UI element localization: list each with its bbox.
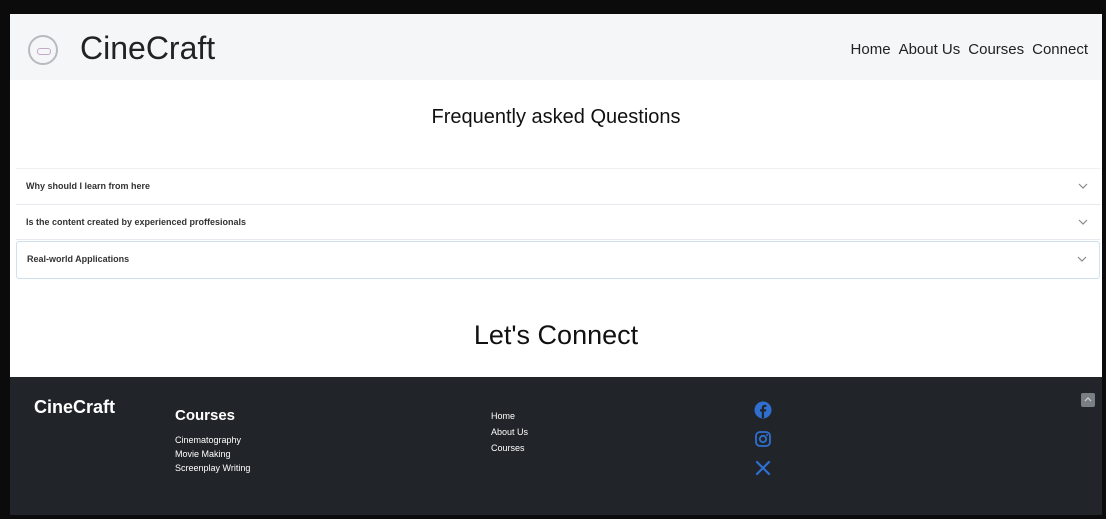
faq-question: Why should I learn from here (26, 181, 151, 191)
chevron-down-icon (1078, 183, 1088, 189)
brand-title[interactable]: CineCraft (80, 30, 215, 67)
faq-question: Is the content created by experienced pr… (26, 217, 247, 227)
page-frame: CineCraft Home About Us Courses Connect … (10, 14, 1102, 515)
instagram-icon[interactable] (754, 430, 772, 448)
footer-courses: Courses Cinematography Movie Making Scre… (175, 407, 250, 475)
footer-link-home[interactable]: Home (491, 408, 528, 424)
faq-question: Real-world Applications (27, 254, 130, 264)
nav-links: Home About Us Courses Connect (851, 41, 1088, 58)
faq-item[interactable]: Is the content created by experienced pr… (16, 205, 1100, 240)
faq-accordion: Why should I learn from here Is the cont… (16, 168, 1100, 279)
footer-brand: CineCraft (34, 397, 116, 417)
logo-icon[interactable] (28, 35, 58, 65)
footer-course-link[interactable]: Movie Making (175, 447, 250, 461)
footer-course-link[interactable]: Screenplay Writing (175, 461, 250, 475)
nav-link-about-us[interactable]: About Us (899, 41, 961, 58)
social-links (754, 401, 774, 488)
faq-item[interactable]: Real-world Applications (16, 241, 1100, 279)
footer-course-link[interactable]: Cinematography (175, 433, 250, 447)
connect-title: Let's Connect (473, 320, 639, 350)
footer: CineCraft Courses Cinematography Movie M… (10, 377, 1102, 515)
nav-link-courses[interactable]: Courses (968, 41, 1024, 58)
faq-item[interactable]: Why should I learn from here (16, 168, 1100, 205)
facebook-icon[interactable] (754, 401, 772, 419)
footer-link-courses[interactable]: Courses (491, 440, 528, 456)
footer-links: Home About Us Courses (491, 408, 528, 456)
x-icon[interactable] (754, 459, 772, 477)
nav-link-home[interactable]: Home (851, 41, 891, 58)
chevron-down-icon (1078, 219, 1088, 225)
footer-courses-heading: Courses (175, 407, 236, 424)
footer-link-about-us[interactable]: About Us (491, 424, 528, 440)
arrow-up-icon (1084, 397, 1092, 402)
navbar: CineCraft Home About Us Courses Connect (10, 14, 1102, 80)
nav-link-connect[interactable]: Connect (1032, 41, 1088, 58)
faq-title: Frequently asked Questions (431, 106, 681, 128)
chevron-down-icon (1077, 256, 1087, 262)
scroll-top-button[interactable] (1081, 393, 1095, 407)
